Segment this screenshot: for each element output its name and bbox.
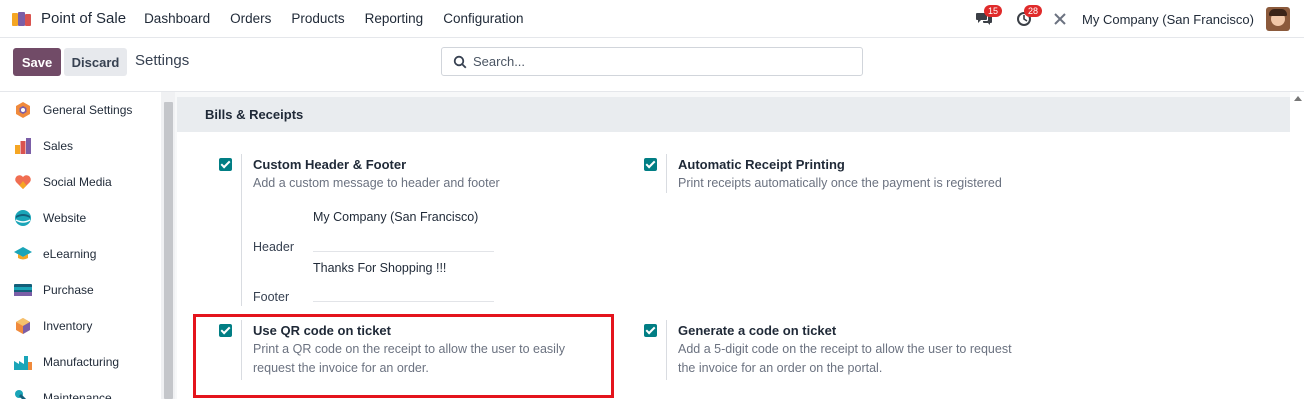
footer-label: Footer [253,290,290,304]
activities-badge: 28 [1024,5,1043,17]
settings-sidebar: General Settings Sales Social Media Webs… [0,92,161,399]
highlight-box [193,314,614,398]
app-name[interactable]: Point of Sale [41,10,126,27]
header-field[interactable]: My Company (San Francisco) [313,210,478,224]
sidebar-item-label: Purchase [43,283,94,297]
sidebar-item-social-media[interactable]: Social Media [0,164,161,200]
main-scrollbar[interactable] [1290,92,1304,399]
sidebar-item-purchase[interactable]: Purchase [0,272,161,308]
sidebar-item-maintenance[interactable]: Maintenance [0,380,161,399]
navbar-systray: 15 28 My Company (San Francisco) [972,0,1304,38]
scroll-up-arrow-icon[interactable] [1294,96,1302,101]
sidebar-item-website[interactable]: Website [0,200,161,236]
sidebar-item-general-settings[interactable]: General Settings [0,92,161,128]
tools-icon [1054,13,1066,25]
website-icon [13,208,33,228]
search-icon [453,55,467,68]
inventory-icon [13,316,33,336]
sidebar-item-manufacturing[interactable]: Manufacturing [0,344,161,380]
custom-header-footer-checkbox[interactable] [219,158,232,171]
menu-reporting[interactable]: Reporting [365,11,424,26]
search-bar[interactable] [441,47,863,76]
sidebar-item-sales[interactable]: Sales [0,128,161,164]
manufacturing-icon [13,352,33,372]
setting-divider [666,154,667,193]
sidebar-item-label: General Settings [43,103,133,117]
sidebar-item-inventory[interactable]: Inventory [0,308,161,344]
app-brand[interactable]: Point of Sale [12,10,144,27]
search-input[interactable] [473,54,853,69]
social-media-icon [13,172,33,192]
automatic-receipt-printing-title: Automatic Receipt Printing [678,157,845,172]
point-of-sale-icon [12,11,34,27]
setting-divider [241,154,242,306]
custom-header-footer-title: Custom Header & Footer [253,157,407,172]
menu-dashboard[interactable]: Dashboard [144,11,210,26]
elearning-icon [13,244,33,264]
general-settings-icon [13,100,33,120]
discard-button[interactable]: Discard [64,48,127,76]
sidebar-item-label: Website [43,211,87,225]
section-title: Bills & Receipts [205,107,304,122]
messages-button[interactable]: 15 [972,5,1003,31]
messages-badge: 15 [984,5,1003,17]
sidebar-item-label: Social Media [43,175,112,189]
sidebar-item-label: Sales [43,139,74,153]
debug-tools-button[interactable] [1048,7,1072,31]
activities-button[interactable]: 28 [1012,5,1043,31]
generate-code-checkbox[interactable] [644,324,657,337]
purchase-icon [13,280,33,300]
menu-orders[interactable]: Orders [230,11,271,26]
menu-products[interactable]: Products [291,11,344,26]
sidebar-item-elearning[interactable]: eLearning [0,236,161,272]
custom-header-footer-description: Add a custom message to header and foote… [253,176,500,190]
breadcrumb: Settings [135,52,190,69]
footer-field[interactable]: Thanks For Shopping !!! [313,261,446,275]
section-header: Bills & Receipts [177,97,1290,132]
sidebar-scrollbar-thumb[interactable] [164,102,173,399]
sidebar-item-label: Maintenance [43,391,112,399]
sidebar-item-label: Manufacturing [43,355,120,369]
user-avatar[interactable] [1266,7,1290,31]
top-navbar: Point of Sale Dashboard Orders Products … [0,0,1304,38]
header-field-underline [313,251,494,252]
generate-code-description-line2: the invoice for an order on the portal. [678,361,883,375]
footer-field-underline [313,301,494,302]
setting-divider [666,320,667,380]
generate-code-description-line1: Add a 5-digit code on the receipt to all… [678,342,1012,356]
save-button[interactable]: Save [13,48,61,76]
maintenance-icon [13,388,33,399]
sidebar-item-label: Inventory [43,319,93,333]
menu-configuration[interactable]: Configuration [443,11,523,26]
header-label: Header [253,240,294,254]
sidebar-item-label: eLearning [43,247,97,261]
automatic-receipt-printing-description: Print receipts automatically once the pa… [678,176,1002,190]
sales-icon [13,136,33,156]
generate-code-title: Generate a code on ticket [678,323,837,338]
company-switcher[interactable]: My Company (San Francisco) [1082,12,1254,27]
control-panel: Save Discard Settings [0,38,1304,92]
automatic-receipt-printing-checkbox[interactable] [644,158,657,171]
